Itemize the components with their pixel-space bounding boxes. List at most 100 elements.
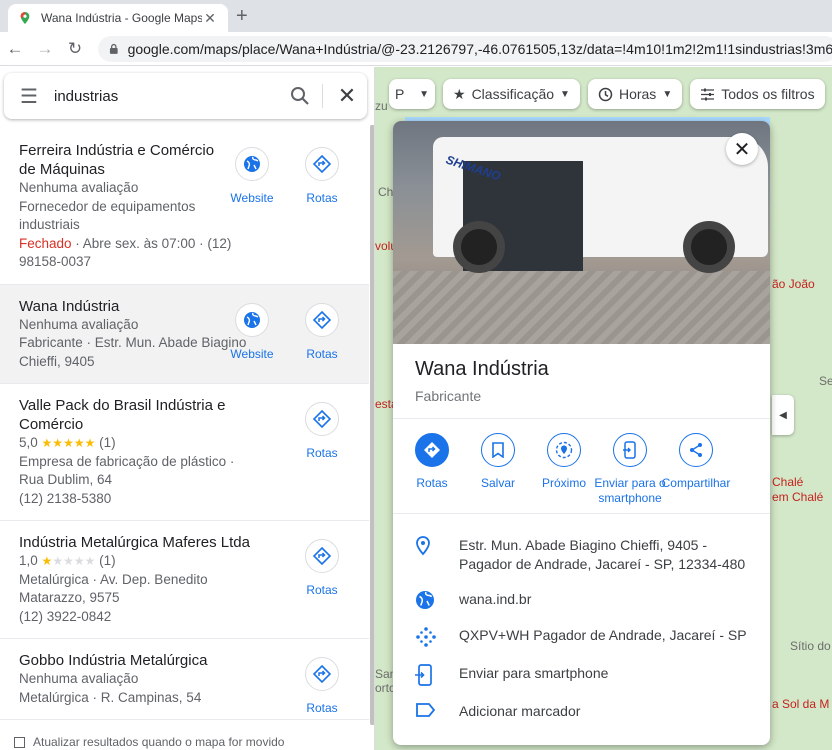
search-divider (322, 84, 323, 108)
website-text: wana.ind.br (459, 591, 532, 607)
bookmark-icon (481, 433, 515, 467)
address-bar[interactable]: google.com/maps/place/Wana+Indústria/@-2… (98, 36, 832, 62)
route-label: Rotas (306, 346, 338, 361)
update-results-checkbox[interactable] (14, 736, 25, 748)
result-title[interactable]: Ferreira Indústria e Comércio de Máquina… (19, 141, 229, 179)
browser-tab[interactable]: Wana Indústria - Google Maps ✕ (8, 4, 228, 32)
directions-icon (305, 539, 339, 573)
list-item[interactable]: Indústria Metalúrgica Maferes Ltda 1,0 ★… (0, 521, 369, 639)
result-actions: Rotas (287, 402, 357, 460)
clear-search-icon[interactable]: ✕ (327, 83, 367, 109)
route-button[interactable]: Rotas (287, 402, 357, 460)
tab-close-icon[interactable]: ✕ (202, 10, 218, 27)
phone-icon (415, 664, 459, 686)
place-card: SHIMANO ✕ Wana Indústria Fabricante Rota… (393, 121, 770, 745)
route-button[interactable]: Rotas (287, 147, 357, 205)
place-category[interactable]: Fabricante (415, 388, 748, 404)
new-tab-button[interactable]: + (236, 5, 248, 27)
address-text: Estr. Mun. Abade Biagino Chieffi, 9405 -… (459, 537, 746, 572)
website-button[interactable]: Website (217, 302, 287, 361)
place-photo[interactable]: SHIMANO ✕ (393, 121, 770, 344)
send-to-phone-label: Enviar para o smartphone (594, 476, 666, 505)
map-label: Sítio do (790, 639, 831, 653)
plus-code-icon (415, 626, 459, 648)
results-panel: ☰ industrias ✕ Ferreira Indústria e Comé… (0, 67, 375, 750)
map-label: Chalé (772, 475, 804, 489)
pavement (393, 271, 770, 344)
search-icon[interactable] (282, 86, 318, 106)
forward-arrow-icon[interactable]: → (30, 39, 60, 59)
result-title[interactable]: Valle Pack do Brasil Indústria e Comérci… (19, 396, 229, 434)
add-label-text: Adicionar marcador (459, 703, 581, 719)
route-label: Rotas (306, 583, 338, 597)
share-button[interactable]: Compartilhar (662, 433, 730, 513)
back-arrow-icon[interactable]: ← (0, 39, 30, 59)
lock-icon (109, 43, 118, 54)
search-box: ☰ industrias ✕ (4, 73, 367, 119)
route-button[interactable]: Rotas (287, 657, 357, 715)
sort-filter-chip[interactable]: ★ Classificação ▼ (443, 79, 580, 109)
directions-icon (305, 147, 339, 181)
all-filters-chip[interactable]: Todos os filtros (690, 79, 825, 109)
place-header: Wana Indústria Fabricante (393, 344, 770, 419)
save-label: Salvar (480, 476, 515, 490)
collapse-panel-button[interactable]: ◀ (772, 395, 794, 435)
result-rating: Nenhuma avaliação (19, 180, 139, 195)
hours-label: Horas (618, 86, 657, 102)
hamburger-menu-icon[interactable]: ☰ (4, 84, 54, 109)
website-row[interactable]: wana.ind.br (393, 582, 770, 618)
result-actions: Website Rotas (217, 302, 357, 361)
list-item[interactable]: Ferreira Indústria e Comércio de Máquina… (0, 129, 369, 285)
nearby-label: Próximo (541, 476, 586, 490)
star-rating-icon: ★★★★★ (41, 436, 96, 450)
send-to-phone-button[interactable]: Enviar para o smartphone (594, 433, 666, 513)
route-button[interactable]: Rotas (287, 539, 357, 597)
result-title[interactable]: Gobbo Indústria Metalúrgica (19, 651, 229, 670)
website-button[interactable]: Website (217, 147, 287, 205)
layers-icon: P (395, 86, 405, 102)
rating-value: 1,0 (19, 553, 38, 568)
update-results-label: Atualizar resultados quando o mapa for m… (33, 735, 285, 749)
map-label: ão João (772, 277, 815, 291)
wheel (453, 221, 505, 273)
chevron-down-icon: ▼ (560, 88, 570, 100)
layers-button[interactable]: P ▼ (389, 79, 435, 109)
result-title[interactable]: Indústria Metalúrgica Maferes Ltda (19, 533, 279, 552)
result-rating: Nenhuma avaliação (19, 316, 139, 332)
route-button[interactable]: Rotas (399, 433, 465, 513)
result-rating: 1,0 ★★★★★ (1) (19, 552, 249, 571)
save-button[interactable]: Salvar (465, 433, 531, 513)
route-button[interactable]: Rotas (287, 302, 357, 361)
website-label: Website (230, 191, 274, 205)
share-label: Compartilhar (661, 476, 731, 490)
list-item[interactable]: Wana Indústria Nenhuma avaliação Fabrica… (0, 284, 369, 384)
add-label-row[interactable]: Adicionar marcador (393, 694, 770, 729)
place-actions: Rotas Salvar Próximo Enviar para o smart… (393, 419, 770, 514)
results-footer: Atualizar resultados quando o mapa for m… (0, 734, 369, 750)
map-label: Se (819, 374, 832, 388)
result-phone: (12) 2138-5380 (19, 490, 112, 506)
result-actions: Rotas (287, 657, 357, 715)
close-icon[interactable]: ✕ (726, 133, 758, 165)
list-item[interactable]: Gobbo Indústria Metalúrgica Nenhuma aval… (0, 639, 369, 720)
reload-icon[interactable]: ↻ (60, 39, 90, 59)
directions-icon (305, 402, 339, 436)
list-item[interactable]: Valle Pack do Brasil Indústria e Comérci… (0, 384, 369, 521)
result-title[interactable]: Wana Indústria (19, 297, 229, 316)
result-category: Metalúrgica · Av. Dep. Benedito Matarazz… (19, 571, 208, 606)
wheel (683, 221, 735, 273)
route-label: Rotas (306, 191, 338, 205)
globe-icon (235, 147, 269, 181)
result-category: Metalúrgica · R. Campinas, 54 (19, 689, 202, 705)
nearby-button[interactable]: Próximo (531, 433, 597, 513)
map-label: em Chalé (772, 490, 824, 504)
address-row[interactable]: Estr. Mun. Abade Biagino Chieffi, 9405 -… (393, 528, 770, 582)
search-input[interactable]: industrias (54, 88, 282, 105)
send-to-phone-row[interactable]: Enviar para smartphone (393, 656, 770, 694)
place-info: Estr. Mun. Abade Biagino Chieffi, 9405 -… (393, 514, 770, 729)
plus-code-row[interactable]: QXPV+WH Pagador de Andrade, Jacareí - SP (393, 618, 770, 656)
share-icon (679, 433, 713, 467)
hours-filter-chip[interactable]: Horas ▼ (587, 79, 683, 109)
location-pin-icon (415, 536, 459, 556)
closed-status: Fechado (19, 235, 72, 251)
